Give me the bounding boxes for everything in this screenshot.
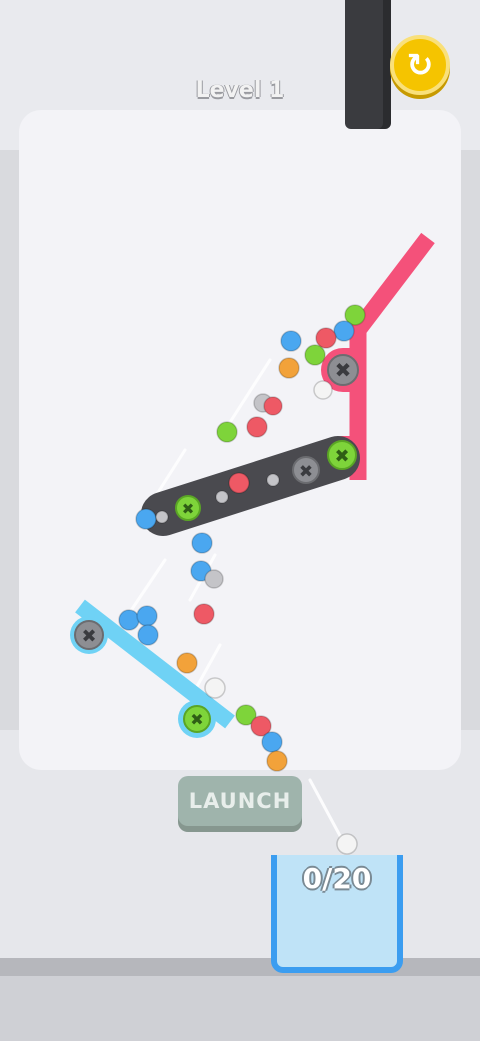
pin-grey[interactable]: ✖ bbox=[327, 354, 359, 386]
svg-text:✖: ✖ bbox=[334, 446, 349, 467]
svg-text:✖: ✖ bbox=[182, 500, 195, 518]
ball bbox=[204, 569, 224, 589]
ball bbox=[333, 320, 355, 342]
ball bbox=[313, 380, 333, 400]
pin-grey[interactable]: ✖ bbox=[74, 620, 104, 650]
ball bbox=[278, 357, 300, 379]
ball bbox=[215, 490, 229, 504]
ball bbox=[176, 652, 198, 674]
motion-trail bbox=[308, 778, 347, 847]
ball bbox=[135, 508, 157, 530]
svg-text:✖: ✖ bbox=[335, 358, 352, 382]
balls bbox=[118, 304, 366, 855]
ball bbox=[246, 416, 268, 438]
ball bbox=[261, 731, 283, 753]
game-scene: ✖ ✖ ✖ ✖ ✖ ✖ bbox=[70, 232, 435, 855]
svg-text:✖: ✖ bbox=[299, 462, 313, 482]
ball bbox=[315, 327, 337, 349]
ball bbox=[155, 510, 169, 524]
ball bbox=[216, 421, 238, 443]
ball bbox=[191, 532, 213, 554]
ball bbox=[304, 344, 326, 366]
ball bbox=[137, 624, 159, 646]
ball bbox=[266, 750, 288, 772]
ball bbox=[280, 330, 302, 352]
ball bbox=[263, 396, 283, 416]
launch-button[interactable]: LAUNCH bbox=[178, 776, 302, 826]
pin-green[interactable]: ✖ bbox=[175, 495, 201, 521]
ball bbox=[193, 603, 215, 625]
ball bbox=[336, 833, 358, 855]
ball bbox=[136, 605, 158, 627]
ball bbox=[228, 472, 250, 494]
ball bbox=[118, 609, 140, 631]
cup-counter: 0/20 bbox=[302, 862, 372, 895]
pin-green[interactable]: ✖ bbox=[327, 440, 357, 470]
pin-green[interactable]: ✖ bbox=[183, 705, 211, 733]
svg-text:✖: ✖ bbox=[81, 626, 96, 647]
ball bbox=[266, 473, 280, 487]
motion-trail bbox=[128, 558, 167, 614]
pin-grey[interactable]: ✖ bbox=[292, 456, 320, 484]
ball bbox=[204, 677, 226, 699]
svg-text:✖: ✖ bbox=[190, 710, 203, 729]
